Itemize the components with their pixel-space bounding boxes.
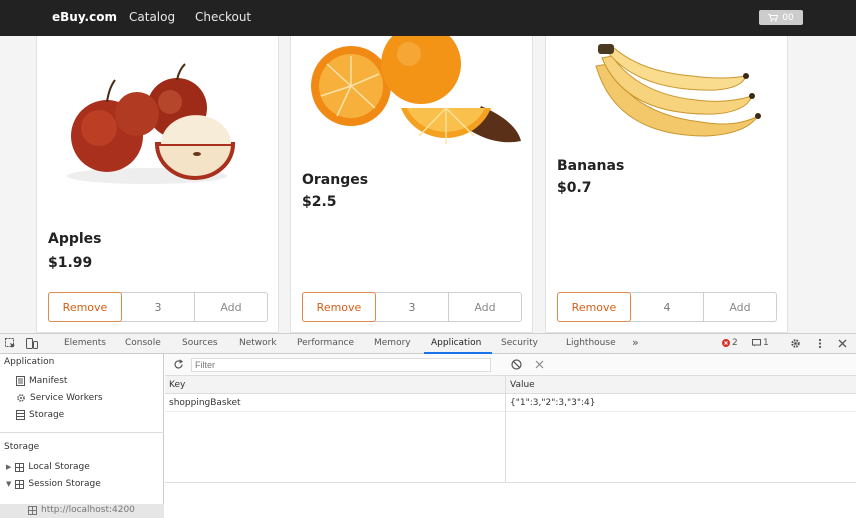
product-card-apples: Apples $1.99 Remove 3 Add xyxy=(36,36,279,333)
tab-memory[interactable]: Memory xyxy=(374,338,411,348)
column-header-value[interactable]: Value xyxy=(510,380,535,390)
sidebar-item-label: Storage xyxy=(29,410,65,420)
storage-grid-icon xyxy=(15,479,25,489)
product-price: $1.99 xyxy=(48,255,93,271)
error-counter[interactable]: 2 xyxy=(722,338,738,348)
quantity-value: 4 xyxy=(631,293,704,321)
sidebar-item-manifest[interactable]: Manifest xyxy=(16,376,67,386)
message-count: 1 xyxy=(763,338,769,348)
quantity-control: Remove 4 Add xyxy=(557,292,777,322)
add-button[interactable]: Add xyxy=(195,293,267,321)
device-toolbar-icon[interactable] xyxy=(26,338,38,349)
settings-gear-icon[interactable] xyxy=(790,338,801,349)
application-sidebar: Application Manifest Service Workers Sto… xyxy=(0,354,164,518)
clear-all-icon[interactable] xyxy=(511,359,522,370)
cart-count: 00 xyxy=(782,12,794,23)
devtools-tabbar: Elements Console Sources Network Perform… xyxy=(0,334,856,354)
quantity-control: Remove 3 Add xyxy=(48,292,268,322)
error-icon xyxy=(722,339,730,347)
inspect-element-icon[interactable] xyxy=(5,338,16,349)
database-icon xyxy=(16,410,25,420)
close-devtools-icon[interactable] xyxy=(838,339,847,348)
tab-security[interactable]: Security xyxy=(501,338,538,348)
tab-network[interactable]: Network xyxy=(239,338,277,348)
product-price: $2.5 xyxy=(302,194,337,210)
quantity-value: 3 xyxy=(376,293,449,321)
more-options-icon[interactable] xyxy=(818,338,822,349)
apples-image xyxy=(67,63,236,184)
remove-button[interactable]: Remove xyxy=(302,292,376,322)
gear-icon xyxy=(17,394,25,402)
storage-grid-icon xyxy=(15,462,25,472)
quantity-control: Remove 3 Add xyxy=(302,292,522,322)
tab-application[interactable]: Application xyxy=(431,338,481,348)
delete-selected-icon[interactable] xyxy=(535,360,544,369)
tab-lighthouse[interactable]: Lighthouse xyxy=(566,338,616,348)
product-name: Apples xyxy=(48,231,102,247)
cart-icon xyxy=(768,13,779,22)
more-tabs-icon[interactable]: » xyxy=(632,336,639,349)
nav-link-checkout[interactable]: Checkout xyxy=(195,10,251,24)
tab-elements[interactable]: Elements xyxy=(64,338,106,348)
filter-input[interactable] xyxy=(191,358,491,372)
message-icon xyxy=(752,339,761,347)
sidebar-item-label: Service Workers xyxy=(30,393,103,403)
error-count: 2 xyxy=(732,338,738,348)
tab-performance[interactable]: Performance xyxy=(297,338,354,348)
storage-view: Key Value shoppingBasket {"1":3,"2":3,"3… xyxy=(165,354,856,510)
brand-link[interactable]: eBuy.com xyxy=(52,10,117,24)
storage-grid-icon xyxy=(28,505,37,515)
sidebar-item-label: Manifest xyxy=(29,376,68,386)
product-name: Bananas xyxy=(557,158,625,174)
section-heading-application: Application xyxy=(4,357,55,367)
storage-toolbar xyxy=(165,354,856,376)
tab-console[interactable]: Console xyxy=(125,338,161,348)
sidebar-item-service-workers[interactable]: Service Workers xyxy=(16,393,103,403)
sidebar-item-storage[interactable]: Storage xyxy=(16,410,64,420)
nav-link-catalog[interactable]: Catalog xyxy=(129,10,175,24)
expand-arrow-icon[interactable]: ▶ xyxy=(6,463,11,471)
collapse-arrow-icon[interactable]: ▼ xyxy=(6,480,11,488)
product-price: $0.7 xyxy=(557,180,592,196)
refresh-icon[interactable] xyxy=(173,359,184,370)
quantity-value: 3 xyxy=(122,293,195,321)
product-grid: Apples $1.99 Remove 3 Add Oranges $2.5 R… xyxy=(0,36,856,333)
message-counter[interactable]: 1 xyxy=(752,338,769,348)
sidebar-item-label: Local Storage xyxy=(28,462,90,472)
sidebar-item-session-storage[interactable]: ▼ Session Storage xyxy=(6,479,101,489)
devtools-panel: Elements Console Sources Network Perform… xyxy=(0,333,856,518)
column-divider xyxy=(505,376,506,482)
cell-value: {"1":3,"2":3,"3":4} xyxy=(510,398,596,408)
sidebar-divider xyxy=(0,432,164,433)
remove-button[interactable]: Remove xyxy=(48,292,122,322)
manifest-icon xyxy=(16,376,25,386)
oranges-image xyxy=(311,36,521,144)
remove-button[interactable]: Remove xyxy=(557,292,631,322)
table-header: Key Value xyxy=(165,376,856,394)
cart-button[interactable]: 00 xyxy=(759,10,803,25)
add-button[interactable]: Add xyxy=(449,293,521,321)
cell-key: shoppingBasket xyxy=(169,398,241,408)
product-card-oranges: Oranges $2.5 Remove 3 Add xyxy=(290,36,533,333)
tab-sources[interactable]: Sources xyxy=(182,338,218,348)
sidebar-item-label: Session Storage xyxy=(28,479,101,489)
section-heading-storage: Storage xyxy=(4,442,40,452)
navbar: eBuy.com Catalog Checkout 00 xyxy=(0,0,856,36)
add-button[interactable]: Add xyxy=(704,293,776,321)
table-row[interactable]: shoppingBasket {"1":3,"2":3,"3":4} xyxy=(165,394,856,412)
sidebar-item-label: http://localhost:4200 xyxy=(41,505,135,515)
product-name: Oranges xyxy=(302,172,369,188)
product-card-bananas: Bananas $0.7 Remove 4 Add xyxy=(545,36,788,333)
bananas-image xyxy=(595,44,761,137)
table-bottom-border xyxy=(165,482,856,483)
sidebar-item-localhost[interactable]: http://localhost:4200 xyxy=(28,505,135,515)
sidebar-item-local-storage[interactable]: ▶ Local Storage xyxy=(6,462,90,472)
column-header-key[interactable]: Key xyxy=(169,380,185,390)
